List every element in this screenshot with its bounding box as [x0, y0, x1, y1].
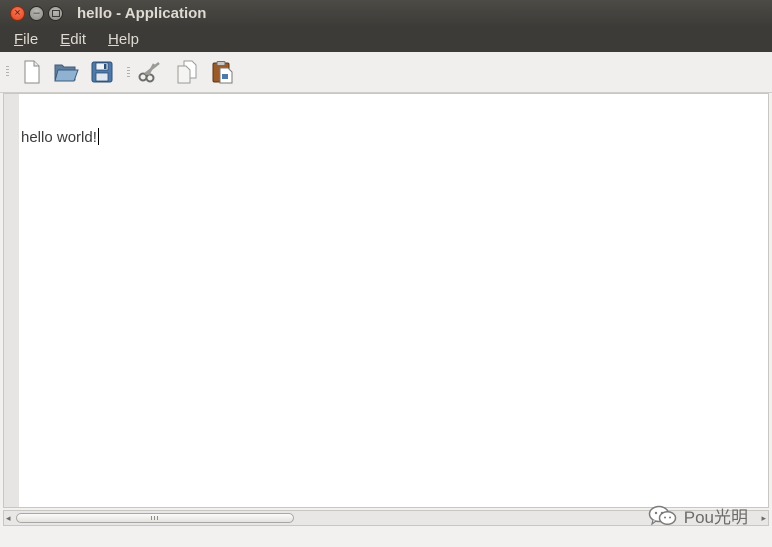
- save-icon: [91, 61, 113, 83]
- text-cursor: [97, 128, 99, 145]
- status-bar: [0, 527, 772, 547]
- wechat-icon: [648, 505, 676, 525]
- new-file-button[interactable]: [19, 59, 45, 85]
- menu-file-mnemonic: F: [14, 31, 24, 48]
- menu-edit[interactable]: Edit: [60, 31, 86, 48]
- copy-icon: [177, 60, 197, 84]
- toolbar: [0, 52, 772, 93]
- thumb-grip-icon: [151, 516, 158, 520]
- paste-button[interactable]: [210, 59, 236, 85]
- open-file-button[interactable]: [53, 59, 79, 85]
- maximize-icon: [51, 10, 60, 17]
- menu-help-mnemonic: H: [108, 31, 119, 48]
- window-title: hello - Application: [77, 5, 207, 22]
- close-window-button[interactable]: ×: [10, 6, 25, 21]
- editor-left-margin: [4, 94, 19, 507]
- paste-icon: [212, 61, 233, 84]
- menu-help[interactable]: Help: [108, 31, 139, 48]
- scroll-right-arrow-icon[interactable]: ▸: [761, 512, 766, 524]
- scrollbar-thumb[interactable]: [16, 513, 294, 523]
- menu-help-label: elp: [118, 31, 139, 48]
- copy-button[interactable]: [174, 59, 200, 85]
- close-icon: ×: [14, 7, 21, 19]
- editor-content[interactable]: hello world!: [21, 128, 99, 146]
- toolbar-separator: [127, 67, 130, 77]
- menu-bar: File Edit Help: [0, 27, 772, 52]
- menu-edit-label: dit: [70, 31, 87, 48]
- scroll-left-arrow-icon[interactable]: ◂: [6, 512, 11, 524]
- save-file-button[interactable]: [89, 59, 115, 85]
- application-window: × – hello - Application File Edit Help h…: [0, 0, 772, 547]
- editor-text-line: hello world!: [21, 129, 97, 146]
- watermark-text: Pou光明: [683, 508, 748, 527]
- toolbar-grip[interactable]: [6, 66, 9, 78]
- cut-button[interactable]: [137, 59, 163, 85]
- cut-icon: [138, 62, 160, 83]
- title-bar[interactable]: × – hello - Application: [0, 0, 772, 27]
- watermark: Pou光明: [648, 503, 748, 528]
- menu-file[interactable]: File: [14, 31, 38, 48]
- text-editor[interactable]: hello world!: [3, 93, 769, 508]
- menu-edit-mnemonic: E: [60, 31, 71, 48]
- menu-file-label: ile: [23, 31, 39, 48]
- minimize-window-button[interactable]: –: [29, 6, 44, 21]
- new-file-icon: [24, 60, 40, 84]
- maximize-window-button[interactable]: [48, 6, 63, 21]
- minimize-icon: –: [33, 7, 40, 19]
- open-folder-icon: [54, 64, 79, 82]
